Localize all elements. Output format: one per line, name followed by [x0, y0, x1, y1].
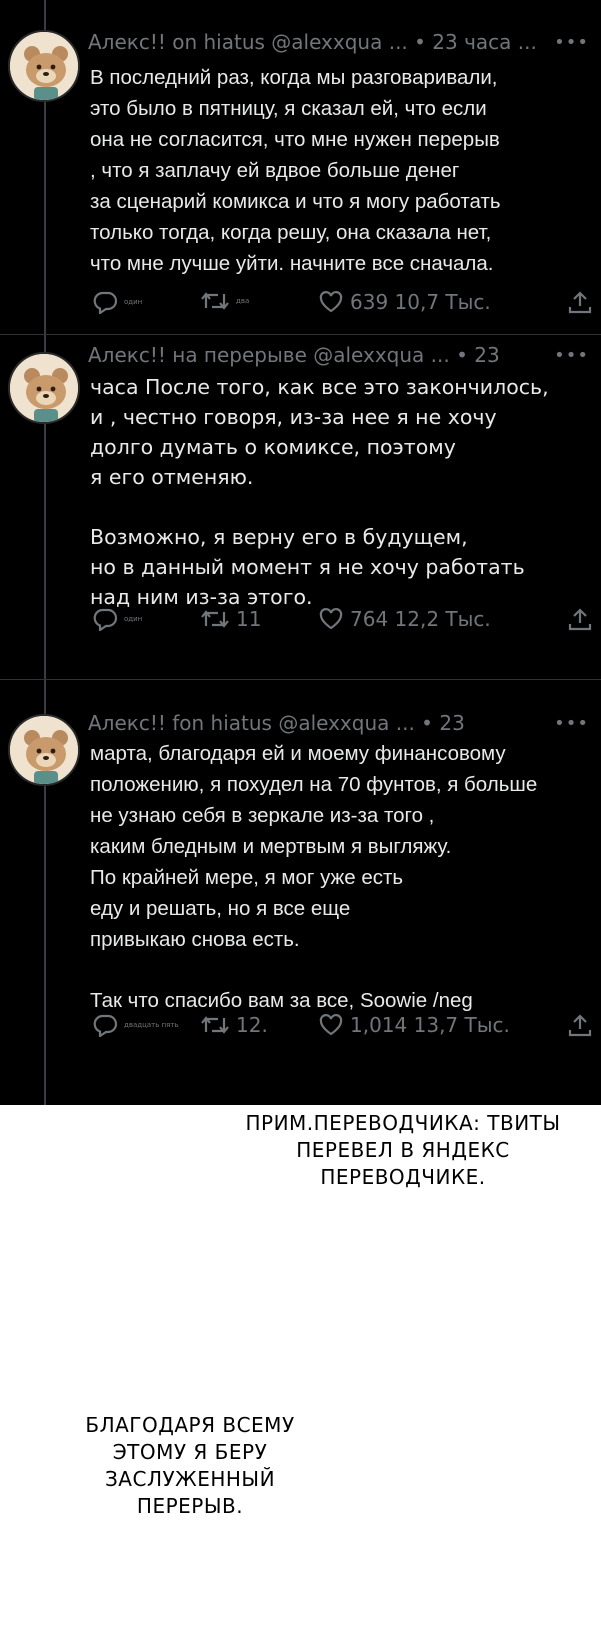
- tweet-3[interactable]: Алекс!! fon hiatus @alexxqua ... • 23 ма…: [0, 680, 601, 1105]
- tweet-line: каким бледным и мертвым я выгляжу.: [90, 835, 452, 858]
- tweet-line: Возможно, я верну его в будущем,: [90, 525, 468, 549]
- tweet-line: По крайней мере, я мог уже есть: [90, 866, 404, 889]
- tweet-line: и , честно говоря, из-за нее я не хочу: [90, 405, 497, 429]
- tweet-header[interactable]: Алекс!! on hiatus @alexxqua ... • 23 час…: [88, 30, 587, 54]
- tweet-line: марта, благодаря ей и моему финансовому: [90, 742, 506, 765]
- tweet-line: долго думать о комиксе, поэтому: [90, 435, 456, 459]
- like-count: 1,014 13,7 Тыс.: [350, 1013, 510, 1037]
- like-button[interactable]: 1,014 13,7 Тыс.: [318, 1013, 510, 1037]
- avatar[interactable]: [8, 30, 80, 102]
- tweet-thread: Алекс!! on hiatus @alexxqua ... • 23 час…: [0, 0, 601, 1105]
- share-icon: [567, 1013, 593, 1039]
- retweet-icon: [200, 290, 230, 312]
- tweet-line: но в данный момент я не хочу работать: [90, 555, 525, 579]
- tweet-line: только тогда, когда решу, она сказала не…: [90, 221, 492, 244]
- tweet-text: В последний раз, когда мы разговаривали,…: [90, 62, 581, 279]
- tweet-1[interactable]: Алекс!! on hiatus @alexxqua ... • 23 час…: [0, 0, 601, 335]
- like-button[interactable]: 639 10,7 Тыс.: [318, 290, 491, 314]
- tweet-header[interactable]: Алекс!! fon hiatus @alexxqua ... • 23: [88, 711, 587, 735]
- reply-icon: [92, 607, 118, 631]
- tweet-line: положению, я похудел на 70 фунтов, я бол…: [90, 773, 538, 796]
- note-line: ПЕРЕВЕЛ В ЯНДЕКС: [296, 1138, 510, 1162]
- reply-count: один: [124, 615, 143, 623]
- tweet-line: она не согласится, что мне нужен перерыв: [90, 128, 500, 151]
- reply-button[interactable]: один: [92, 607, 142, 631]
- like-icon: [318, 1013, 344, 1037]
- avatar-bear-icon: [10, 354, 78, 422]
- tweet-line: это было в пятницу, я сказал ей, что есл…: [90, 97, 487, 120]
- tweet-text: марта, благодаря ей и моему финансовому …: [90, 738, 581, 1016]
- tweet-line: В последний раз, когда мы разговаривали,: [90, 66, 498, 89]
- reply-count: один: [124, 298, 143, 306]
- like-icon: [318, 290, 344, 314]
- tweet-line: , что я заплачу ей вдвое больше денег: [90, 159, 460, 182]
- reply-button[interactable]: один: [92, 290, 142, 314]
- like-count: 764 12,2 Тыс.: [350, 607, 491, 631]
- translator-note: ПРИМ.ПЕРЕВОДЧИКА: ТВИТЫ ПЕРЕВЕЛ В ЯНДЕКС…: [220, 1110, 586, 1191]
- retweet-button[interactable]: 12.: [200, 1013, 268, 1037]
- tweet-actions: один 11 764 12,2 Тыс.: [92, 607, 593, 637]
- bubble-line: ПЕРЕРЫВ.: [136, 1494, 244, 1518]
- tweet-line: привыкаю снова есть.: [90, 928, 300, 951]
- avatar[interactable]: [8, 352, 80, 424]
- bubble-line: ЗАСЛУЖЕННЫЙ: [104, 1467, 276, 1491]
- tweet-2[interactable]: Алекс!! на перерыве @alexxqua ... • 23 ч…: [0, 335, 601, 680]
- share-icon: [567, 290, 593, 316]
- tweet-text: часа После того, как все это закончилось…: [90, 372, 581, 612]
- tweet-header[interactable]: Алекс!! на перерыве @alexxqua ... • 23: [88, 343, 587, 367]
- more-options-icon[interactable]: •••: [554, 345, 589, 366]
- retweet-count: двa: [236, 297, 250, 305]
- retweet-count: 11: [236, 607, 262, 631]
- reply-button[interactable]: двадцать пять: [92, 1013, 179, 1037]
- bubble-line: БЛАГОДАРЯ ВСЕМУ: [85, 1413, 295, 1437]
- speech-bubble-text: БЛАГОДАРЯ ВСЕМУ ЭТОМУ Я БЕРУ ЗАСЛУЖЕННЫЙ…: [45, 1412, 335, 1520]
- tweet-line: не узнаю себя в зеркале из-за того ,: [90, 804, 435, 827]
- note-line: ПРИМ.ПЕРЕВОДЧИКА: ТВИТЫ: [245, 1111, 561, 1135]
- tweet-line: я его отменяю.: [90, 465, 254, 489]
- retweet-icon: [200, 608, 230, 630]
- tweet-line: что мне лучше уйти. начните все сначала.: [90, 252, 494, 275]
- tweet-actions: двадцать пять 12. 1,014 13,7 Тыс.: [92, 1013, 593, 1043]
- avatar-bear-icon: [10, 716, 78, 784]
- note-line: ПЕРЕВОДЧИКЕ.: [320, 1165, 486, 1189]
- retweet-button[interactable]: двa: [200, 290, 249, 312]
- share-icon: [567, 607, 593, 633]
- reply-count: двадцать пять: [124, 1021, 179, 1029]
- tweet-line: Так что спасибо вам за все, Soowie /neg: [90, 989, 473, 1012]
- like-count: 639 10,7 Тыс.: [350, 290, 491, 314]
- tweet-actions: один двa 639 10,7 Тыс.: [92, 290, 593, 320]
- reply-icon: [92, 290, 118, 314]
- tweet-line: за сценарий комикса и что я могу работат…: [90, 190, 501, 213]
- bubble-line: ЭТОМУ Я БЕРУ: [112, 1440, 268, 1464]
- like-button[interactable]: 764 12,2 Тыс.: [318, 607, 491, 631]
- share-button[interactable]: [567, 290, 593, 316]
- share-button[interactable]: [567, 607, 593, 633]
- retweet-count: 12.: [236, 1013, 268, 1037]
- more-options-icon[interactable]: •••: [554, 32, 589, 53]
- avatar-bear-icon: [10, 32, 78, 100]
- like-icon: [318, 607, 344, 631]
- more-options-icon[interactable]: •••: [554, 713, 589, 734]
- avatar[interactable]: [8, 714, 80, 786]
- retweet-button[interactable]: 11: [200, 607, 261, 631]
- retweet-icon: [200, 1014, 230, 1036]
- tweet-line: еду и решать, но я все еще: [90, 897, 351, 920]
- share-button[interactable]: [567, 1013, 593, 1039]
- tweet-line: часа После того, как все это закончилось…: [90, 375, 549, 399]
- reply-icon: [92, 1013, 118, 1037]
